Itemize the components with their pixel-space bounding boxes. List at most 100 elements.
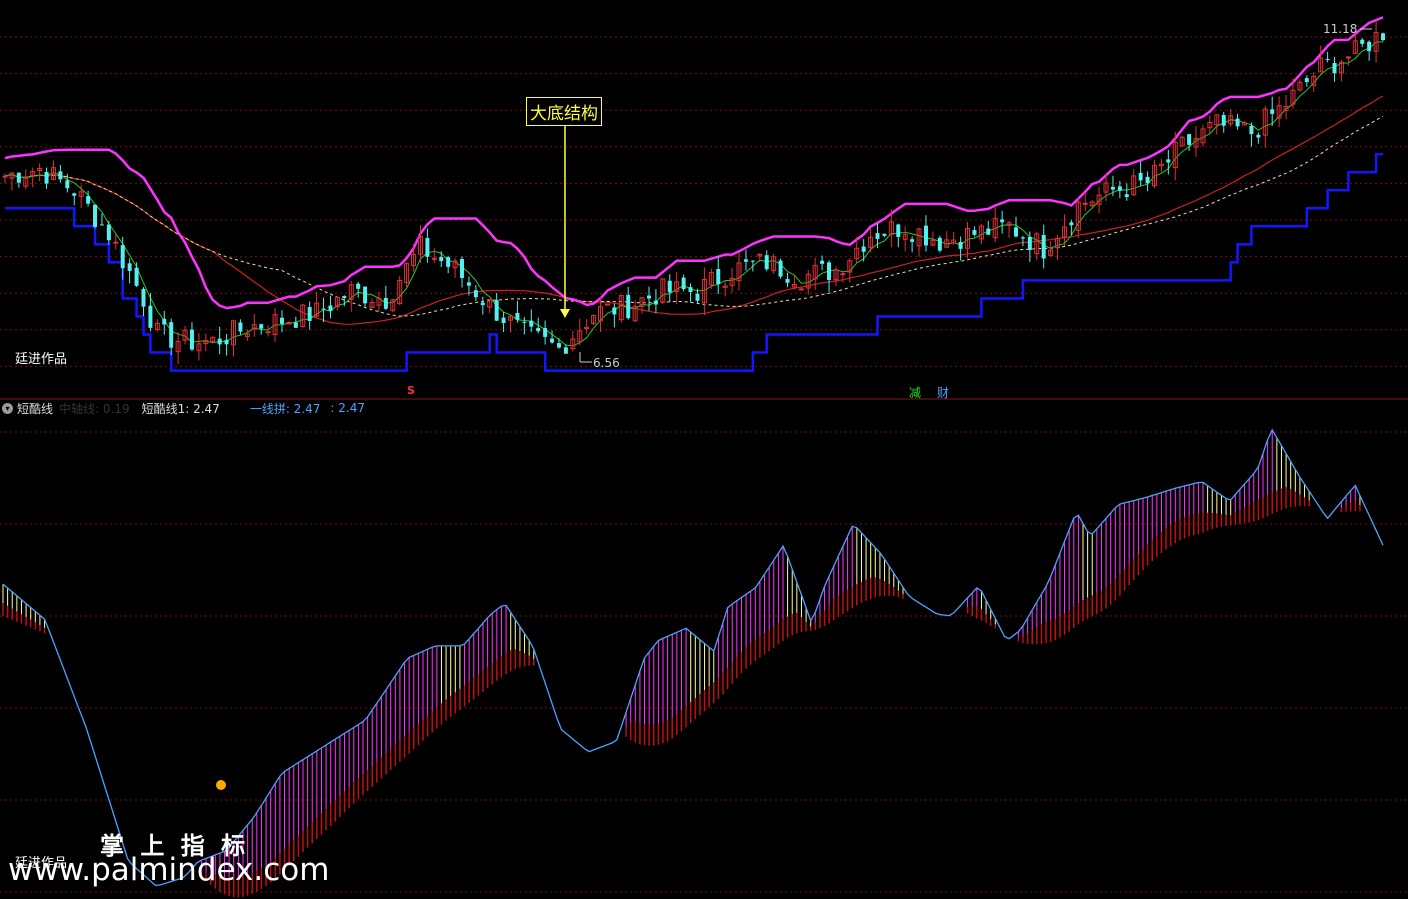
candle-body-down <box>750 260 755 262</box>
annotation-arrow-head <box>560 309 570 318</box>
annotation-text: 大底结构 <box>530 104 598 124</box>
candle-body-down <box>501 317 506 324</box>
candle-body-down <box>86 196 91 204</box>
candle-body-down <box>764 255 769 270</box>
candle-body-down <box>460 258 465 279</box>
candle-body-down <box>820 260 825 264</box>
candle-body-down <box>65 180 70 189</box>
candle-body-down <box>910 239 915 242</box>
candle-body-down <box>134 267 139 286</box>
candle-body-down <box>667 280 672 293</box>
candle-body-down <box>363 286 368 304</box>
candle-body-down <box>1069 222 1074 226</box>
candle-body-down <box>875 233 880 239</box>
candle-body-down <box>626 294 631 319</box>
candle-body-down <box>958 242 963 249</box>
upper-author-label: 廷进作品 <box>15 352 68 367</box>
candles <box>2 20 1385 365</box>
upper-series <box>4 16 1384 372</box>
candle-body-down <box>1256 134 1261 138</box>
candle-body-down <box>44 171 49 184</box>
candle-body-down <box>1304 78 1309 83</box>
candle-body-down <box>529 320 534 327</box>
signal-jian: 减 <box>909 386 922 400</box>
collapse-icon[interactable]: ▾ <box>2 402 13 414</box>
candle-body-down <box>1020 237 1025 239</box>
candle-body-down <box>217 338 222 345</box>
candle-body-down <box>238 322 243 332</box>
candle-body-up <box>1082 202 1088 205</box>
candle-body-down <box>563 347 568 354</box>
candle-body-down <box>923 225 928 246</box>
candle-body-down <box>1235 118 1240 127</box>
candle-body-down <box>141 288 146 307</box>
candle-body-down <box>556 343 561 348</box>
candle-body-down <box>321 308 326 310</box>
signal-dot <box>216 780 226 790</box>
short-cool-line <box>2 428 1384 886</box>
ma-dashed-line <box>4 115 1384 317</box>
candle-body-down <box>522 321 527 323</box>
candle-body-down <box>882 233 887 236</box>
candle-body-down <box>93 204 98 227</box>
candle-body-down <box>425 238 430 257</box>
candle-body-down <box>106 224 111 241</box>
candle-body-down <box>1124 194 1129 197</box>
candle-body-down <box>785 278 790 283</box>
candle-body-down <box>169 322 174 348</box>
candle-body-down <box>1360 39 1365 44</box>
signal-s: S <box>407 384 415 397</box>
candle-body-up <box>840 273 846 276</box>
candle-body-down <box>778 260 783 277</box>
candle-body-down <box>646 295 651 299</box>
candle-body-down <box>279 317 284 324</box>
candle-body-down <box>1110 186 1115 190</box>
candle-body-down <box>16 172 21 183</box>
candle-body-down <box>653 300 658 305</box>
candle-body-up <box>265 331 271 334</box>
candle-body-down <box>1166 159 1171 163</box>
candle-body-down <box>473 290 478 298</box>
legend-item-1: 短酷线1: 2.47 <box>141 401 220 416</box>
chart-canvas <box>0 16 1408 898</box>
candle-body-down <box>446 257 451 267</box>
upper-grid <box>0 36 1408 400</box>
candle-body-down <box>328 305 333 311</box>
candle-body-down <box>688 287 693 293</box>
candle-body-down <box>1145 176 1150 184</box>
candle-body-down <box>1013 227 1018 237</box>
indicator-name: 短酷线 <box>17 401 54 416</box>
candle-body-down <box>937 237 942 251</box>
lower-grid <box>0 431 1408 893</box>
candle-body-down <box>896 224 901 237</box>
candle-body-down <box>681 277 686 290</box>
candle-body-down <box>439 256 444 262</box>
candle-body-down <box>515 313 520 320</box>
candle-body-down <box>827 262 832 281</box>
candle-body-up <box>2 175 8 178</box>
candle-body-down <box>1027 237 1032 250</box>
lower-channel-line <box>5 152 1383 372</box>
legend-item-0: 中轴线: 0.19 <box>59 401 130 416</box>
legend-item-2: 一线拼: 2.47 <box>249 401 321 416</box>
candle-body-down <box>543 327 548 337</box>
high-price-label: 11.18 <box>1323 22 1358 36</box>
candle-body-down <box>536 327 541 332</box>
candle-body-down <box>72 193 77 196</box>
watermark-url: www.palmindex.com <box>8 852 330 888</box>
candle-body-down <box>1000 219 1005 223</box>
candle-body-down <box>466 282 471 286</box>
candle-body-down <box>612 307 617 315</box>
candle-body-down <box>986 228 991 235</box>
candle-body-down <box>307 307 312 321</box>
candle-body-down <box>1367 41 1372 52</box>
candle-body-down <box>972 230 977 235</box>
candle-body-down <box>293 322 298 328</box>
candle-body-up <box>1345 56 1351 59</box>
candle-body-down <box>1249 125 1254 135</box>
annotation-box: 大底结构 <box>526 97 602 126</box>
candle-body-down <box>189 329 194 350</box>
candle-body-down <box>480 302 485 306</box>
candle-body-down <box>1381 33 1385 40</box>
candle-body-down <box>356 283 361 289</box>
